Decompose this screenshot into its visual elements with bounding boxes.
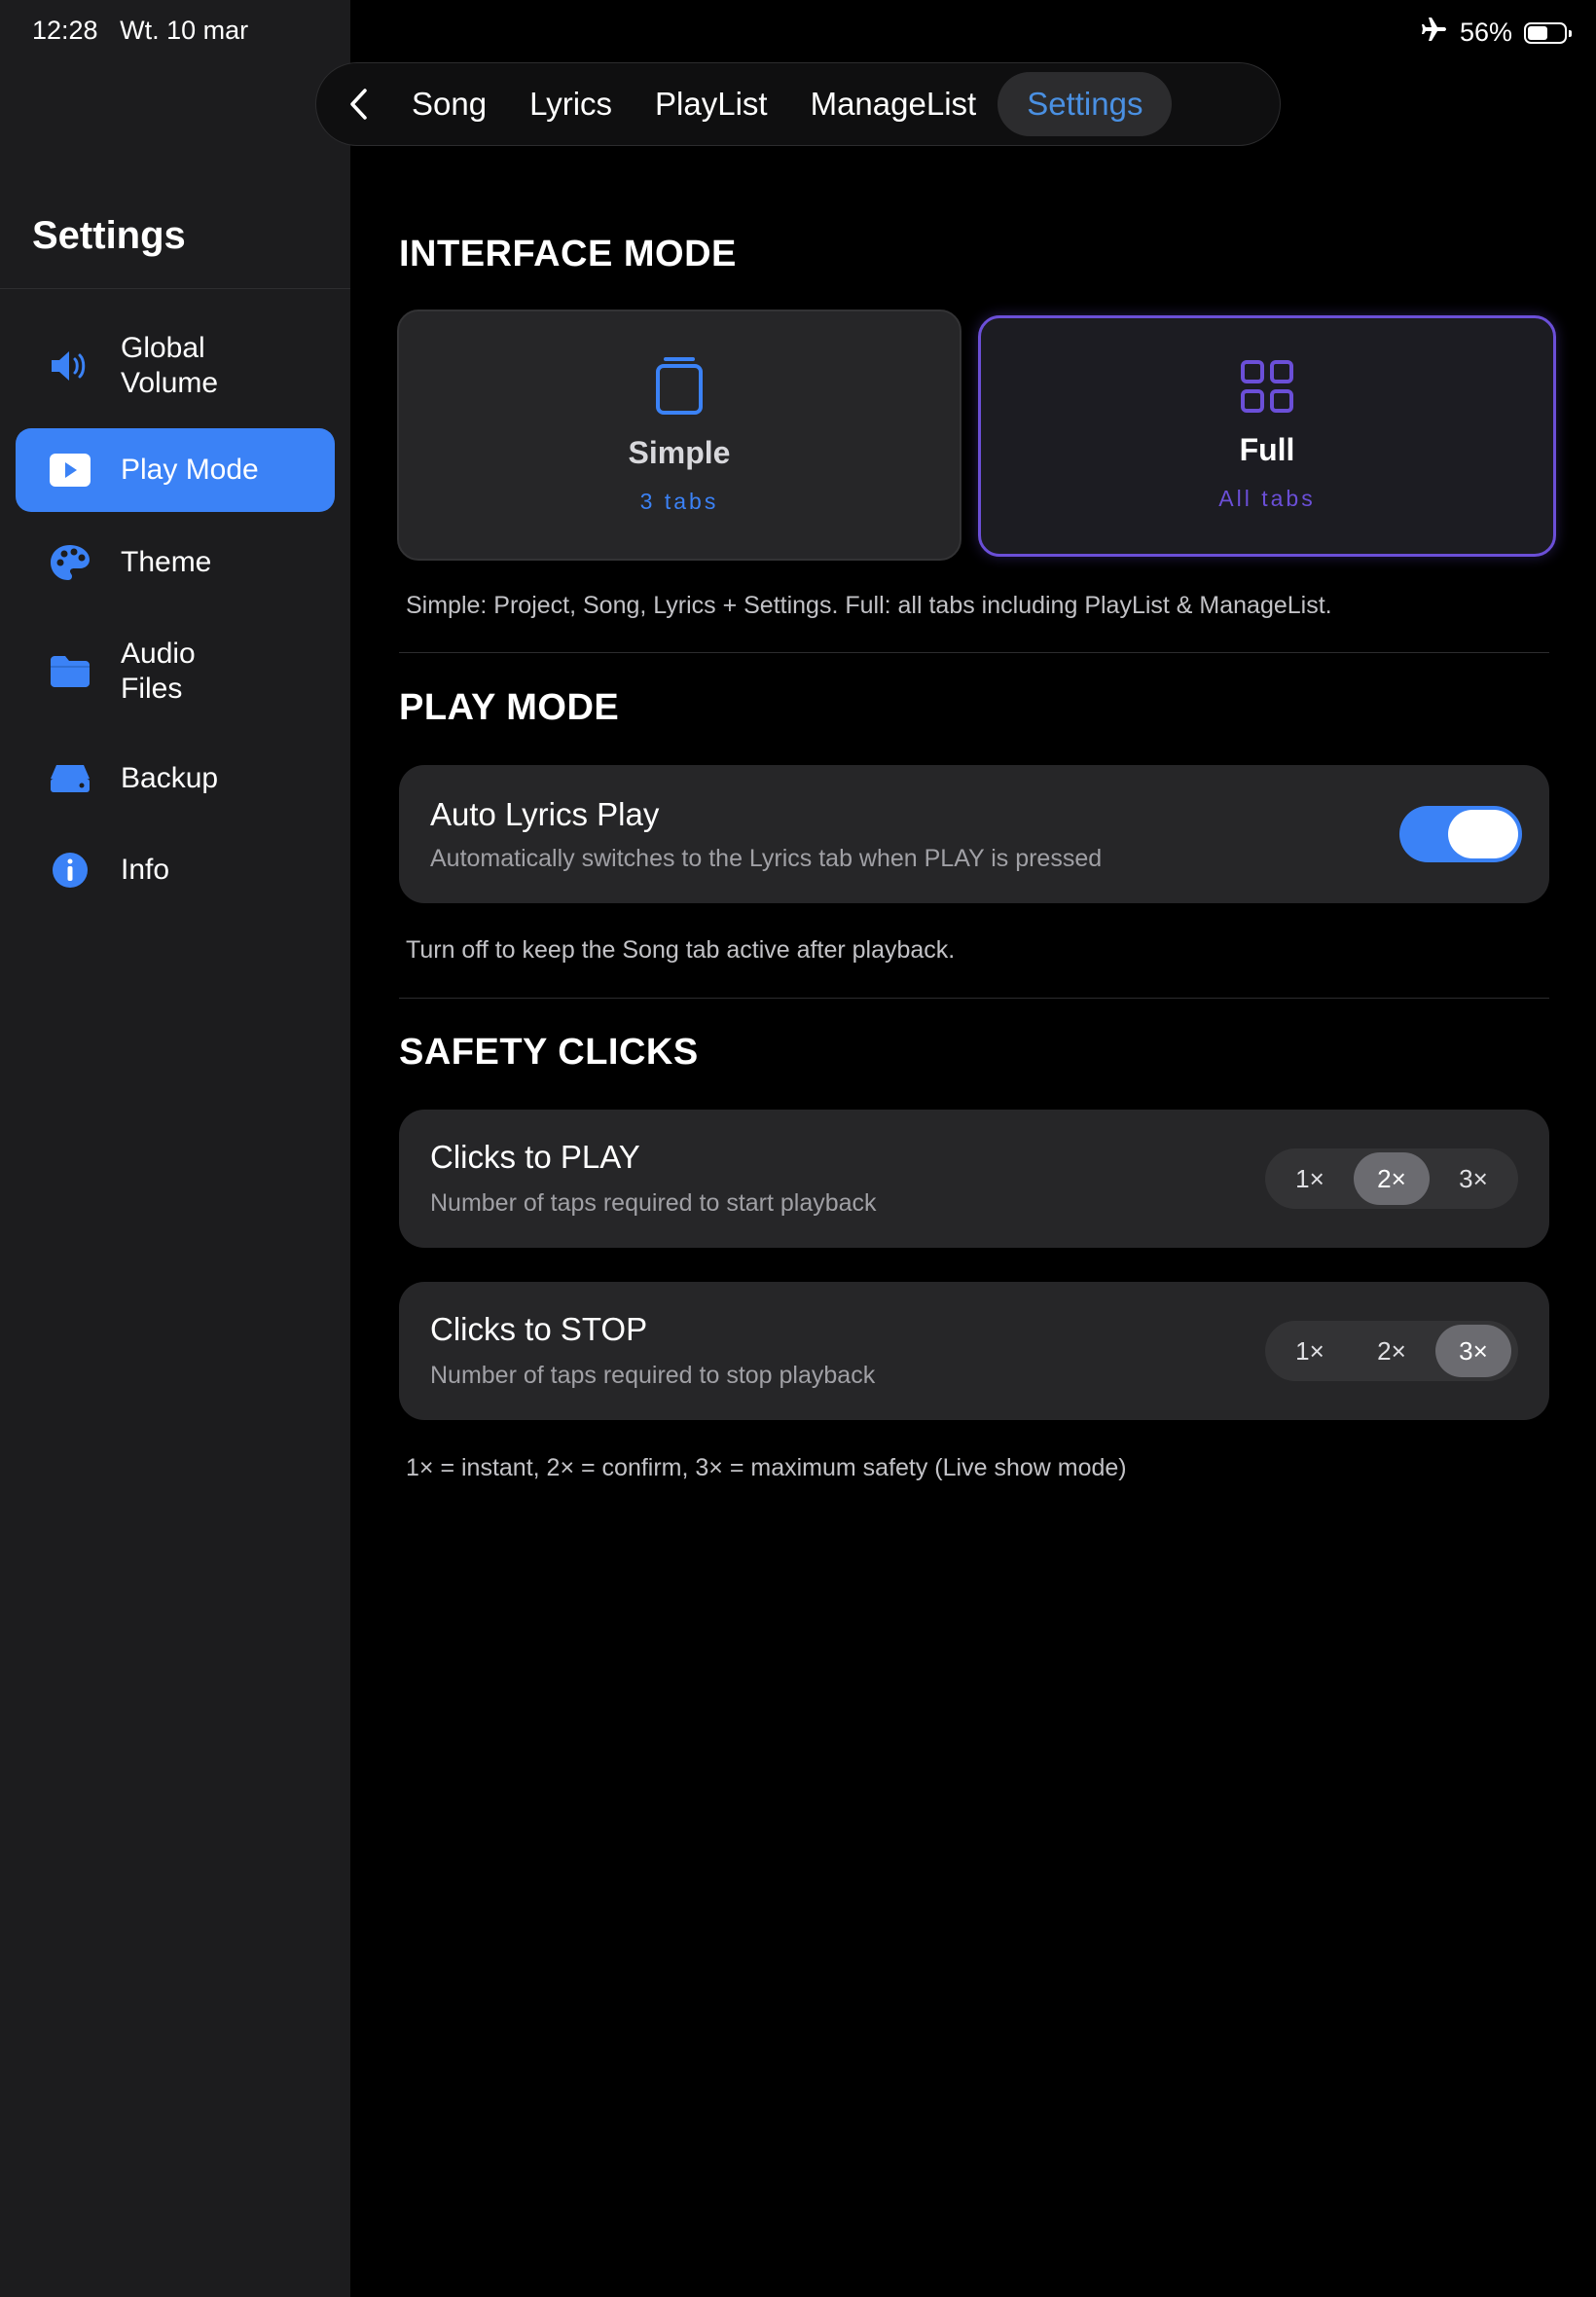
- clicks-to-stop-title: Clicks to STOP: [430, 1311, 648, 1347]
- sidebar: Settings Global Volume Play Mode Theme A…: [0, 0, 350, 2297]
- clicks-to-stop-selector: 1× 2× 3×: [1265, 1321, 1518, 1381]
- auto-lyrics-sub: Automatically switches to the Lyrics tab…: [430, 845, 1103, 872]
- clicks-to-play-selector: 1× 2× 3×: [1265, 1148, 1518, 1209]
- status-time: 12:28: [32, 16, 98, 45]
- auto-lyrics-card: Auto Lyrics Play Automatically switches …: [399, 765, 1549, 903]
- sidebar-item-label: Global Volume: [121, 332, 219, 399]
- play-option-2x[interactable]: 2×: [1354, 1152, 1430, 1205]
- sidebar-item-label: Info: [121, 854, 170, 886]
- drive-icon: [45, 753, 95, 804]
- mode-full-card[interactable]: Full All tabs: [978, 315, 1556, 557]
- tab-lyrics[interactable]: Lyrics: [508, 72, 634, 136]
- play-option-3x[interactable]: 3×: [1435, 1152, 1511, 1205]
- clicks-to-stop-sub: Number of taps required to stop playback: [430, 1362, 876, 1389]
- sidebar-item-audio-files[interactable]: Audio Files: [16, 623, 335, 720]
- auto-lyrics-toggle[interactable]: [1399, 806, 1522, 862]
- sidebar-divider: [0, 288, 350, 289]
- tab-settings[interactable]: Settings: [998, 72, 1173, 136]
- clicks-to-play-sub: Number of taps required to start playbac…: [430, 1189, 877, 1217]
- play-option-1x[interactable]: 1×: [1272, 1152, 1348, 1205]
- clicks-to-play-title: Clicks to PLAY: [430, 1139, 640, 1175]
- grid-icon: [1240, 359, 1294, 419]
- tab-managelist[interactable]: ManageList: [789, 72, 998, 136]
- sidebar-item-info[interactable]: Info: [16, 839, 335, 901]
- status-time-date: 12:28 Wt. 10 mar: [32, 16, 248, 46]
- mode-simple-card[interactable]: Simple 3 tabs: [397, 310, 961, 561]
- sidebar-item-label: Audio Files: [121, 638, 196, 705]
- play-mode-title: PLAY MODE: [399, 687, 620, 728]
- sidebar-item-label: Theme: [121, 546, 212, 578]
- sidebar-item-label: Play Mode: [121, 454, 259, 486]
- mode-full-title: Full: [1239, 432, 1295, 467]
- sidebar-item-label: Backup: [121, 762, 219, 794]
- battery-icon: [1524, 21, 1572, 44]
- airplane-icon: [1421, 16, 1448, 50]
- single-page-icon: [654, 352, 705, 421]
- status-date: Wt. 10 mar: [120, 16, 249, 45]
- info-icon: [45, 845, 95, 895]
- battery-fill: [1528, 25, 1547, 40]
- mode-simple-title: Simple: [628, 435, 731, 470]
- palette-icon: [45, 537, 95, 588]
- sidebar-title: Settings: [32, 214, 186, 257]
- stop-option-3x[interactable]: 3×: [1435, 1325, 1511, 1377]
- interface-mode-title: INTERFACE MODE: [399, 234, 737, 274]
- battery-percent: 56%: [1459, 18, 1512, 47]
- tab-playlist[interactable]: PlayList: [634, 72, 789, 136]
- play-mode-note: Turn off to keep the Song tab active aft…: [406, 936, 956, 964]
- tab-song[interactable]: Song: [390, 72, 508, 136]
- stop-option-1x[interactable]: 1×: [1272, 1325, 1348, 1377]
- stop-option-2x[interactable]: 2×: [1354, 1325, 1430, 1377]
- chevron-left-icon: [350, 89, 367, 120]
- section-divider: [399, 998, 1549, 999]
- folder-icon: [45, 646, 95, 697]
- mode-full-sub: All tabs: [1218, 486, 1316, 511]
- sidebar-item-play-mode[interactable]: Play Mode: [16, 428, 335, 512]
- section-divider: [399, 652, 1549, 653]
- mode-simple-sub: 3 tabs: [639, 489, 719, 514]
- sidebar-item-theme[interactable]: Theme: [16, 531, 335, 594]
- safety-clicks-title: SAFETY CLICKS: [399, 1032, 699, 1073]
- clicks-to-stop-card: Clicks to STOP Number of taps required t…: [399, 1282, 1549, 1420]
- sidebar-item-backup[interactable]: Backup: [16, 747, 335, 810]
- play-icon: [45, 445, 95, 495]
- tab-bar: Song Lyrics PlayList ManageList Settings: [315, 62, 1281, 146]
- toggle-knob: [1448, 810, 1518, 858]
- back-button[interactable]: [328, 73, 390, 135]
- interface-mode-note: Simple: Project, Song, Lyrics + Settings…: [406, 592, 1332, 619]
- speaker-icon: [45, 341, 95, 391]
- auto-lyrics-title: Auto Lyrics Play: [430, 796, 660, 832]
- safety-clicks-note: 1× = instant, 2× = confirm, 3× = maximum…: [406, 1454, 1127, 1481]
- sidebar-item-global-volume[interactable]: Global Volume: [16, 317, 335, 415]
- status-indicators: 56%: [1421, 16, 1572, 50]
- clicks-to-play-card: Clicks to PLAY Number of taps required t…: [399, 1110, 1549, 1248]
